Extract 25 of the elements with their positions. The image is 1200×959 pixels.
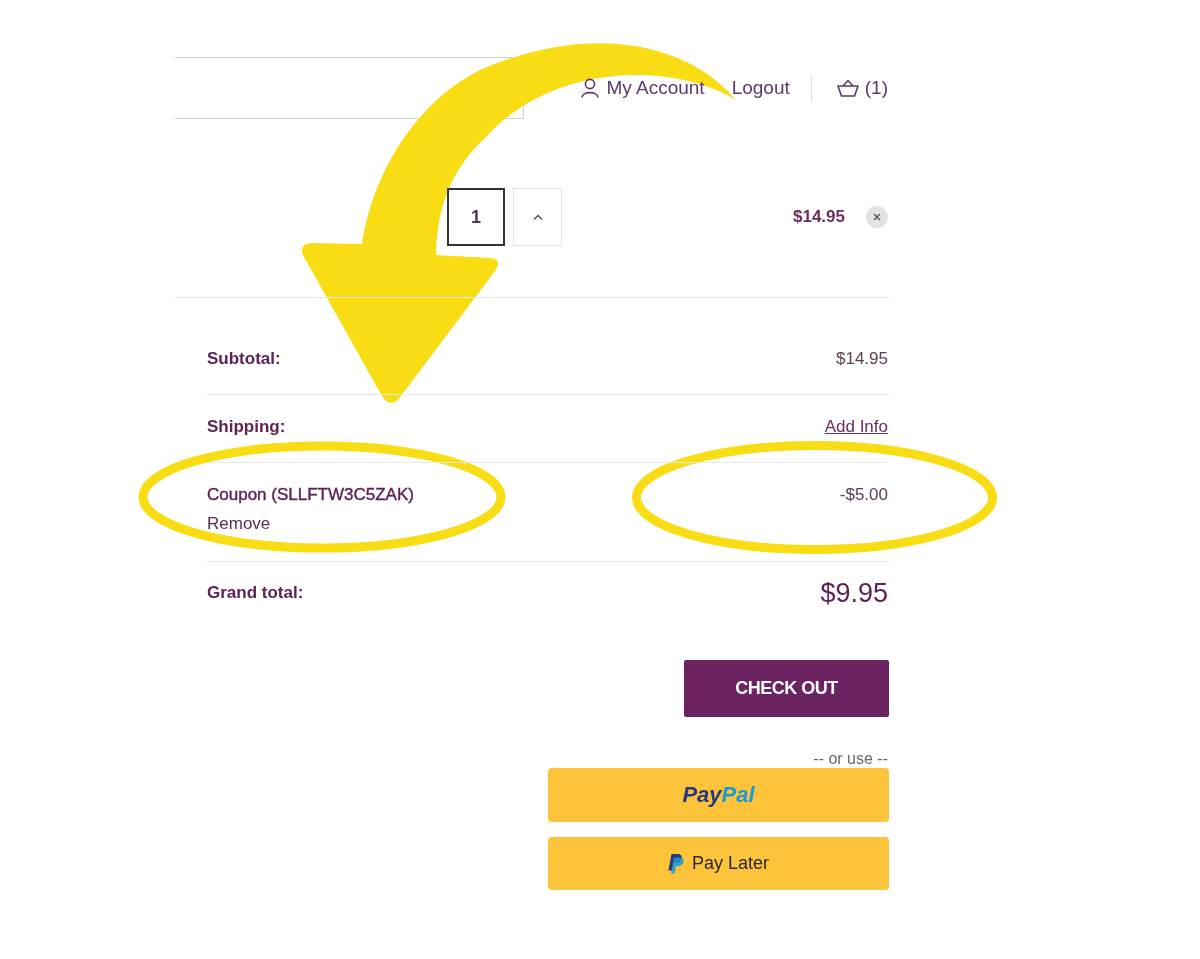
checkout-button[interactable]: CHECK OUT bbox=[684, 660, 889, 717]
grand-total-amount: $9.95 bbox=[820, 578, 888, 608]
logout-link[interactable]: Logout bbox=[731, 77, 790, 99]
or-use-text: -- or use -- bbox=[813, 750, 888, 768]
discount-amount: -$5.00 bbox=[839, 485, 888, 505]
summary-label: Subtotal: bbox=[207, 349, 281, 369]
account-link[interactable]: My Account bbox=[606, 77, 705, 99]
basket-icon[interactable] bbox=[836, 79, 859, 97]
item-price: $14.95 bbox=[793, 207, 845, 227]
pay-later-button[interactable]: Pay Later bbox=[548, 837, 889, 890]
remove-item-button[interactable] bbox=[866, 206, 888, 228]
p-logo-icon bbox=[667, 853, 684, 874]
remove-coupon-link[interactable]: Remove bbox=[207, 514, 414, 534]
summary-label: Shipping: bbox=[207, 417, 286, 437]
summary-amount: $14.95 bbox=[836, 349, 888, 369]
close-icon bbox=[873, 213, 881, 221]
person-icon bbox=[581, 78, 600, 98]
add-info-link[interactable]: Add Info bbox=[824, 417, 888, 437]
summary-label: Coupon (SLLFTW3C5ZAK) bbox=[207, 485, 414, 505]
search-field[interactable] bbox=[175, 57, 524, 119]
chevron-up-icon bbox=[532, 214, 543, 220]
paypal-button[interactable]: PayPal bbox=[548, 768, 889, 822]
quantity-field[interactable]: 1 bbox=[447, 188, 505, 246]
cart-count[interactable]: (1) bbox=[864, 77, 888, 99]
summary-label: Grand total: bbox=[207, 583, 304, 603]
